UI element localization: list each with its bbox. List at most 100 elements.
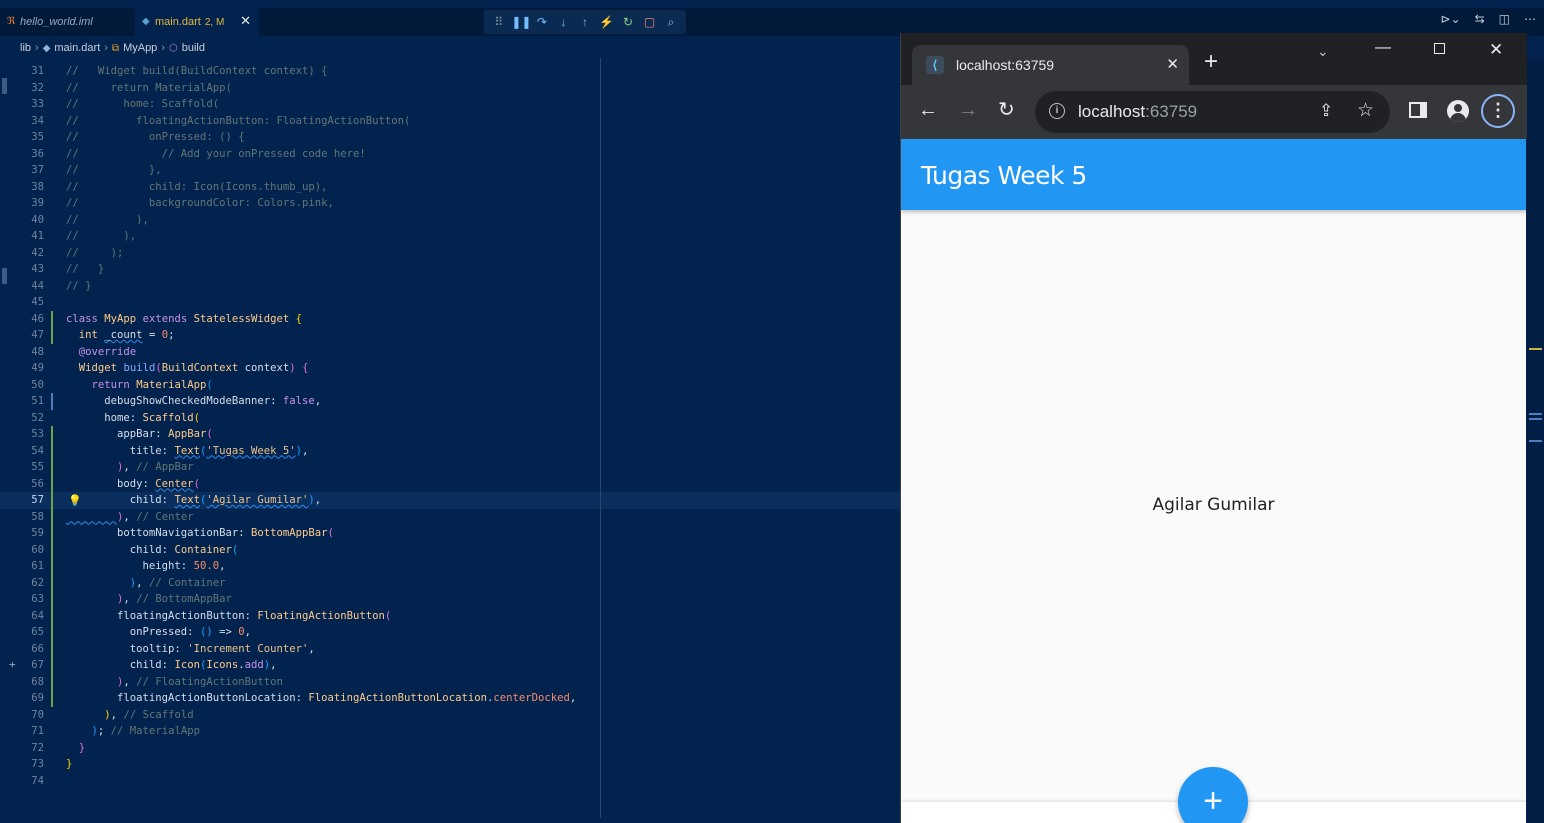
code-line: 63 ), // BottomAppBar bbox=[0, 591, 900, 608]
browser-toolbar: ← → ↻ i localhost:63759 ⇪ ☆ ⋮ bbox=[901, 85, 1527, 139]
dart-icon: ◆ bbox=[142, 16, 150, 27]
add-fab-button[interactable]: + bbox=[1178, 767, 1248, 823]
drag-handle-icon[interactable]: ⠿ bbox=[490, 15, 508, 29]
run-icon[interactable]: ⊳⌄ bbox=[1440, 12, 1460, 26]
code-line: 50 return MaterialApp( bbox=[31, 378, 213, 391]
address-bar[interactable]: i localhost:63759 ⇪ ☆ bbox=[1035, 91, 1390, 133]
minimap-marker bbox=[1529, 440, 1542, 442]
code-line: 68 ), // FloatingActionButton bbox=[0, 673, 900, 690]
code-line: 31// Widget build(BuildContext context) … bbox=[31, 65, 328, 77]
compare-icon[interactable]: ⇆ bbox=[1475, 12, 1485, 26]
app-bar-title: Tugas Week 5 bbox=[921, 161, 1087, 190]
browser-tab-title: localhost:63759 bbox=[956, 57, 1055, 73]
code-line: 39// backgroundColor: Colors.pink, bbox=[31, 197, 334, 209]
dart-icon: ◆ bbox=[42, 42, 51, 54]
step-over-icon[interactable]: ↷ bbox=[533, 15, 551, 29]
code-line: 36// // Add your onPressed code here! bbox=[31, 147, 366, 160]
info-icon[interactable]: i bbox=[1049, 103, 1065, 119]
side-panel-icon[interactable] bbox=[1409, 102, 1427, 118]
code-line: 66 tooltip: 'Increment Counter', bbox=[0, 640, 900, 657]
more-actions-icon[interactable]: ⋯ bbox=[1524, 12, 1536, 26]
class-icon: ⧉ bbox=[111, 42, 120, 54]
back-arrow-icon[interactable]: ← bbox=[918, 99, 938, 121]
window-close-icon[interactable]: ✕ bbox=[1489, 40, 1503, 60]
code-line: 58 ), // Center bbox=[0, 508, 900, 525]
breadcrumb-item-lib[interactable]: lib bbox=[20, 42, 31, 54]
reload-icon[interactable]: ↻ bbox=[998, 99, 1015, 121]
code-line: 53 appBar: AppBar( bbox=[0, 426, 900, 443]
code-line: 32// return MaterialApp( bbox=[31, 81, 232, 94]
code-line: 41// ), bbox=[31, 230, 137, 242]
flutter-icon: ⟨ bbox=[926, 56, 944, 74]
url-text[interactable]: localhost:63759 bbox=[1078, 102, 1197, 122]
code-line: 49 Widget build(BuildContext context) { bbox=[31, 362, 309, 374]
code-line: 34// floatingActionButton: FloatingActio… bbox=[31, 114, 411, 127]
breadcrumb-item-build[interactable]: build bbox=[182, 42, 205, 54]
code-line: 38// child: Icon(Icons.thumb_up), bbox=[31, 180, 328, 193]
code-line: 64 floatingActionButton: FloatingActionB… bbox=[0, 607, 900, 624]
code-line: 61 height: 50.0, bbox=[0, 558, 900, 575]
restart-icon[interactable]: ↻ bbox=[619, 15, 637, 29]
code-area[interactable]: 31// Widget build(BuildContext context) … bbox=[0, 63, 900, 789]
close-icon[interactable]: ✕ bbox=[1166, 55, 1179, 73]
step-into-icon[interactable]: ↓ bbox=[554, 15, 572, 29]
chevron-down-icon[interactable]: ⌄ bbox=[1317, 43, 1329, 60]
chevron-right-icon: › bbox=[161, 42, 165, 54]
app-bar: Tugas Week 5 bbox=[901, 139, 1526, 210]
browser-tab[interactable]: ⟨ localhost:63759 ✕ bbox=[912, 45, 1189, 85]
flutter-app-viewport: Tugas Week 5 Agilar Gumilar + bbox=[901, 139, 1526, 823]
minimize-icon[interactable]: — bbox=[1375, 39, 1391, 57]
close-icon[interactable]: ✕ bbox=[240, 13, 251, 29]
chevron-right-icon: › bbox=[104, 42, 108, 54]
code-line: 71 ); // MaterialApp bbox=[31, 725, 200, 737]
ruler-line bbox=[600, 58, 601, 818]
pause-icon[interactable]: ❚❚ bbox=[511, 15, 531, 29]
code-line: 60 child: Container( bbox=[0, 541, 900, 558]
code-line: 51 debugShowCheckedModeBanner: false, bbox=[0, 393, 900, 410]
tab-hello-world-iml[interactable]: ℜ hello_world.iml bbox=[0, 8, 134, 36]
forward-arrow-icon[interactable]: → bbox=[958, 99, 978, 121]
hot-reload-icon[interactable]: ⚡ bbox=[598, 15, 616, 29]
browser-window: ⟨ localhost:63759 ✕ + ⌄ — ✕ ← → ↻ i loca… bbox=[900, 33, 1527, 823]
code-line: 45 bbox=[31, 296, 44, 308]
stop-icon[interactable]: ▢ bbox=[641, 15, 659, 29]
minimap-marker bbox=[1529, 413, 1542, 415]
editor-tab-bar: ℜ hello_world.iml ◆ main.dart 2, M ✕ bbox=[0, 8, 1544, 36]
code-line: 73} bbox=[31, 758, 73, 770]
minimap[interactable] bbox=[1527, 58, 1544, 823]
rss-icon: ℜ bbox=[7, 16, 16, 27]
editor-actions: ⊳⌄ ⇆ ◫ ⋯ bbox=[1440, 12, 1536, 26]
new-tab-icon[interactable]: + bbox=[1204, 50, 1218, 74]
breadcrumb-item-main-dart[interactable]: main.dart bbox=[54, 42, 100, 54]
code-line: 48 @override bbox=[31, 345, 137, 358]
method-icon: ⬡ bbox=[168, 42, 178, 54]
code-line-active: 💡 57 child: Text('Agilar Gumilar'), bbox=[0, 492, 900, 509]
step-out-icon[interactable]: ↑ bbox=[576, 15, 594, 29]
code-line: 35// onPressed: () { bbox=[31, 131, 245, 143]
code-line: 40// ), bbox=[31, 213, 149, 226]
inspect-icon[interactable]: ⌕ bbox=[662, 15, 680, 30]
browser-tab-strip: ⟨ localhost:63759 ✕ + ⌄ — ✕ bbox=[901, 33, 1527, 85]
code-line: 59 bottomNavigationBar: BottomAppBar( bbox=[0, 525, 900, 542]
code-line: 43// } bbox=[31, 263, 105, 275]
code-line: 65 onPressed: () => 0, bbox=[0, 624, 900, 641]
code-line: 70 ), // Scaffold bbox=[31, 708, 194, 721]
profile-icon[interactable] bbox=[1447, 100, 1469, 122]
more-menu-icon[interactable]: ⋮ bbox=[1481, 94, 1515, 128]
star-icon[interactable]: ☆ bbox=[1357, 99, 1374, 122]
split-editor-icon[interactable]: ◫ bbox=[1499, 12, 1510, 26]
code-line: 47 int _count = 0; bbox=[0, 327, 900, 344]
chevron-right-icon: › bbox=[35, 42, 39, 54]
code-line: 69 floatingActionButtonLocation: Floatin… bbox=[0, 690, 900, 707]
code-line: 46 class MyApp extends StatelessWidget { bbox=[0, 310, 900, 327]
code-line: 56 body: Center( bbox=[0, 475, 900, 492]
breadcrumb-item-myapp[interactable]: MyApp bbox=[123, 42, 157, 54]
code-line: 74 bbox=[31, 774, 44, 787]
maximize-icon[interactable] bbox=[1434, 43, 1445, 54]
tab-main-dart[interactable]: ◆ main.dart 2, M ✕ bbox=[135, 8, 259, 36]
breadcrumb: lib › ◆ main.dart › ⧉ MyApp › ⬡ build bbox=[0, 38, 900, 58]
code-line: 52 home: Scaffold( bbox=[31, 411, 200, 424]
code-line: 37// }, bbox=[31, 164, 162, 176]
minimap-marker bbox=[1529, 348, 1542, 350]
share-icon[interactable]: ⇪ bbox=[1319, 101, 1333, 121]
